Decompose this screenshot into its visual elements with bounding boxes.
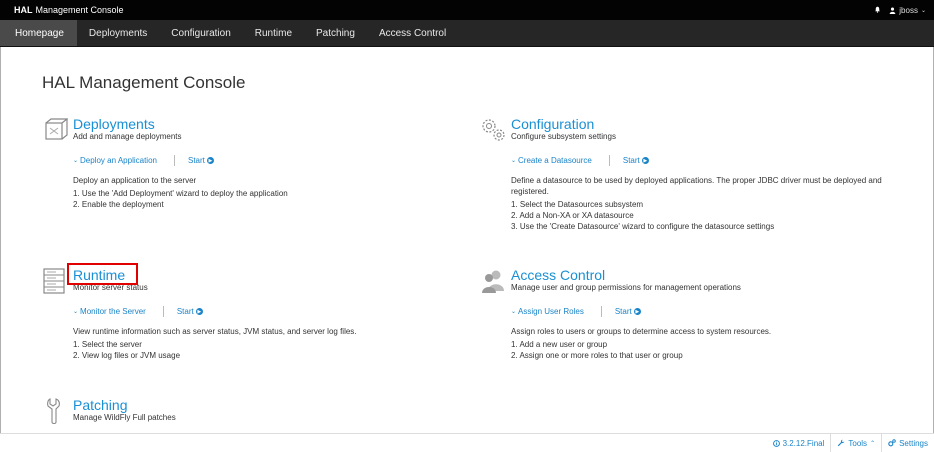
access-control-desc: Assign roles to users or groups to deter… [511, 327, 772, 336]
arrow-circle-right-icon: ▶ [641, 157, 649, 164]
version-label: 3.2.12.Final [782, 438, 825, 448]
configuration-actions: ⌄ Create a Datasource Start ▶ [511, 155, 901, 166]
bell-icon[interactable] [874, 6, 881, 15]
deployments-start-button[interactable]: Start ▶ [188, 156, 214, 165]
monitor-server-label: Monitor the Server [80, 307, 146, 316]
assign-user-roles-link[interactable]: ⌄ Assign User Roles [511, 307, 584, 316]
tools-menu[interactable]: Tools ⌃ [830, 434, 881, 452]
configuration-start-button[interactable]: Start ▶ [623, 156, 649, 165]
step: 1. Select the Datasources subsystem [511, 200, 644, 209]
step: 2. Add a Non-XA or XA datasource [511, 211, 634, 220]
chevron-up-icon: ⌃ [870, 440, 876, 447]
deployments-body: Deployments Add and manage deployments ⌄… [73, 116, 463, 210]
footer: 3.2.12.Final Tools ⌃ Settings [0, 433, 934, 452]
access-control-body: Access Control Manage user and group per… [511, 267, 901, 361]
main-nav: Homepage Deployments Configuration Runti… [0, 20, 934, 47]
settings-label: Settings [899, 438, 928, 448]
divider [600, 306, 602, 317]
divider [608, 155, 610, 166]
chevron-down-icon: ⌄ [73, 158, 79, 164]
main-content: HAL Management Console Deployments Add a… [0, 47, 934, 433]
configuration-start-label: Start [622, 156, 640, 165]
configuration-desc: Define a datasource to be used by deploy… [511, 176, 882, 196]
configuration-steps: 1. Select the Datasources subsystem 2. A… [511, 199, 901, 232]
create-datasource-link[interactable]: ⌄ Create a Datasource [511, 156, 592, 165]
nav-configuration[interactable]: Configuration [159, 20, 242, 46]
configuration-title[interactable]: Configuration [511, 116, 901, 132]
deployments-desc: Deploy an application to the server [73, 176, 197, 185]
step: 2. View log files or JVM usage [73, 351, 181, 360]
access-control-actions: ⌄ Assign User Roles Start ▶ [511, 306, 901, 317]
runtime-body: Runtime Monitor server status ⌄ Monitor t… [73, 267, 463, 361]
brand-bold: HAL [14, 5, 33, 15]
chevron-down-icon: ⌄ [73, 309, 79, 315]
user-name: jboss [899, 5, 918, 15]
gears-icon [888, 439, 896, 447]
create-datasource-label: Create a Datasource [518, 156, 592, 165]
chevron-down-icon: ⌄ [511, 309, 517, 315]
divider [173, 155, 175, 166]
deployments-title[interactable]: Deployments [73, 116, 463, 132]
chevron-down-icon: ⌄ [920, 7, 926, 14]
runtime-start-label: Start [176, 307, 194, 316]
deployments-icon [45, 118, 68, 140]
wrench-icon [838, 439, 845, 447]
runtime-title[interactable]: Runtime [73, 267, 463, 283]
deployments-actions: ⌄ Deploy an Application Start ▶ [73, 155, 463, 166]
patching-title[interactable]: Patching [73, 397, 463, 413]
arrow-circle-right-icon: ▶ [195, 308, 203, 315]
nav-patching[interactable]: Patching [304, 20, 367, 46]
runtime-desc: View runtime information such as server … [73, 327, 357, 336]
runtime-subtitle: Monitor server status [73, 283, 148, 292]
runtime-start-button[interactable]: Start ▶ [177, 307, 203, 316]
top-bar: HAL Management Console jboss ⌄ [0, 0, 934, 20]
deploy-application-label: Deploy an Application [80, 156, 157, 165]
nav-access-control[interactable]: Access Control [367, 20, 458, 46]
top-right: jboss ⌄ [874, 6, 926, 15]
nav-homepage[interactable]: Homepage [0, 20, 77, 46]
access-control-start-label: Start [614, 307, 632, 316]
info-icon [772, 439, 780, 447]
runtime-steps: 1. Select the server 2. View log files o… [73, 339, 463, 361]
brand-rest: Management Console [35, 5, 124, 15]
settings-link[interactable]: Settings [881, 434, 934, 452]
patching-body: Patching Manage WildFly Full patches [73, 397, 463, 422]
access-control-icon [482, 270, 504, 293]
version-link[interactable]: 3.2.12.Final [767, 434, 831, 452]
user-icon [889, 7, 896, 14]
user-menu[interactable]: jboss ⌄ [889, 6, 926, 15]
access-control-title[interactable]: Access Control [511, 267, 901, 283]
arrow-circle-right-icon: ▶ [206, 157, 214, 164]
assign-user-roles-label: Assign User Roles [518, 307, 584, 316]
step: 1. Use the 'Add Deployment' wizard to de… [73, 189, 288, 198]
step: 3. Use the 'Create Datasource' wizard to… [511, 222, 775, 231]
deployments-steps: 1. Use the 'Add Deployment' wizard to de… [73, 188, 463, 210]
brand: HAL Management Console [14, 5, 124, 15]
configuration-subtitle: Configure subsystem settings [511, 132, 616, 141]
monitor-server-link[interactable]: ⌄ Monitor the Server [73, 307, 146, 316]
runtime-actions: ⌄ Monitor the Server Start ▶ [73, 306, 463, 317]
configuration-body: Configuration Configure subsystem settin… [511, 116, 901, 232]
patching-icon [47, 398, 60, 425]
runtime-icon [43, 268, 65, 294]
access-control-subtitle: Manage user and group permissions for ma… [511, 283, 741, 292]
step: 1. Add a new user or group [511, 340, 608, 349]
step: 2. Enable the deployment [73, 200, 164, 209]
deployments-subtitle: Add and manage deployments [73, 132, 182, 141]
divider [162, 306, 164, 317]
step: 1. Select the server [73, 340, 142, 349]
patching-subtitle: Manage WildFly Full patches [73, 413, 176, 422]
step: 2. Assign one or more roles to that user… [511, 351, 683, 360]
access-control-steps: 1. Add a new user or group 2. Assign one… [511, 339, 901, 361]
configuration-icon [482, 119, 505, 141]
nav-deployments[interactable]: Deployments [77, 20, 159, 46]
tools-label: Tools [848, 438, 868, 448]
access-control-start-button[interactable]: Start ▶ [615, 307, 641, 316]
chevron-down-icon: ⌄ [511, 158, 517, 164]
nav-runtime[interactable]: Runtime [243, 20, 304, 46]
deploy-application-link[interactable]: ⌄ Deploy an Application [73, 156, 157, 165]
arrow-circle-right-icon: ▶ [633, 308, 641, 315]
deployments-start-label: Start [187, 156, 205, 165]
page-title: HAL Management Console [42, 73, 246, 92]
